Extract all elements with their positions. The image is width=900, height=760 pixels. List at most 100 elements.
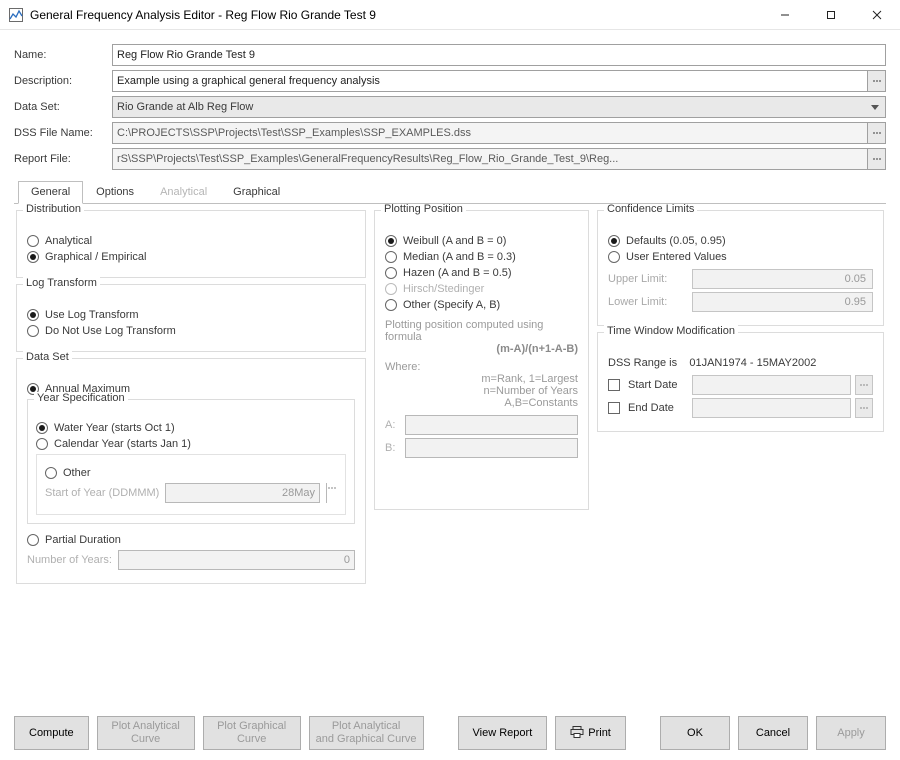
hazen-radio[interactable]: Hazen (A and B = 0.5) [385,267,578,279]
plot-def2: n=Number of Years [385,385,578,397]
confidence-group: Confidence Limits Defaults (0.05, 0.95) … [597,210,884,326]
donot-log-radio[interactable]: Do Not Use Log Transform [27,325,355,337]
right-column: Confidence Limits Defaults (0.05, 0.95) … [597,210,884,706]
weibull-radio[interactable]: Weibull (A and B = 0) [385,235,578,247]
lower-limit-label: Lower Limit: [608,296,686,308]
end-date-field [692,398,851,418]
lower-limit-field [692,292,873,312]
reportfile-label: Report File: [14,153,106,165]
compute-button[interactable]: Compute [14,716,89,750]
view-report-button[interactable]: View Report [458,716,548,750]
reportfile-browse-button[interactable] [868,148,886,170]
cancel-button[interactable]: Cancel [738,716,808,750]
plot-note: Plotting position computed using formula [385,319,578,343]
dataset-group: Data Set Annual Maximum Year Specificati… [16,358,366,584]
distribution-group: Distribution Analytical Graphical / Empi… [16,210,366,278]
print-icon [570,726,588,741]
end-date-label: End Date [628,402,688,414]
start-date-browse [855,375,873,395]
tab-general[interactable]: General [18,181,83,204]
start-date-label: Start Date [628,379,688,391]
close-button[interactable] [854,0,900,29]
middle-column: Plotting Position Weibull (A and B = 0) … [374,210,589,706]
start-date-field [692,375,851,395]
partial-duration-radio[interactable]: Partial Duration [27,534,355,546]
dssfile-field[interactable] [112,122,868,144]
calendar-year-radio[interactable]: Calendar Year (starts Jan 1) [36,438,346,450]
dssfile-browse-button[interactable] [868,122,886,144]
use-log-radio[interactable]: Use Log Transform [27,309,355,321]
name-field[interactable] [112,44,886,66]
plot-graphical-button: Plot Graphical Curve [203,716,301,750]
general-panel: Distribution Analytical Graphical / Empi… [14,204,886,710]
description-field[interactable] [112,70,868,92]
year-spec-group: Year Specification Water Year (starts Oc… [27,399,355,524]
description-browse-button[interactable] [868,70,886,92]
window-controls [762,0,900,29]
b-field [405,438,578,458]
plot-analytical-button: Plot Analytical Curve [97,716,195,750]
start-of-year-browse [326,483,337,503]
median-radio[interactable]: Median (A and B = 0.3) [385,251,578,263]
logtransform-group: Log Transform Use Log Transform Do Not U… [16,284,366,352]
tab-graphical[interactable]: Graphical [220,181,293,204]
hirsch-radio: Hirsch/Stedinger [385,283,578,295]
num-years-label: Number of Years: [27,554,112,566]
app-icon [8,7,24,23]
a-field [405,415,578,435]
a-label: A: [385,419,399,431]
time-window-group: Time Window Modification DSS Range is 01… [597,332,884,432]
water-year-radio[interactable]: Water Year (starts Oct 1) [36,422,346,434]
apply-button: Apply [816,716,886,750]
other-plot-radio[interactable]: Other (Specify A, B) [385,299,578,311]
confidence-legend: Confidence Limits [604,204,697,215]
year-spec-legend: Year Specification [34,392,128,404]
tab-options[interactable]: Options [83,181,147,204]
conf-user-radio[interactable]: User Entered Values [608,251,873,263]
dssfile-label: DSS File Name: [14,127,106,139]
window-title: General Frequency Analysis Editor - Reg … [30,8,376,22]
start-of-year-label: Start of Year (DDMMM) [45,487,159,499]
plot-formula: (m-A)/(n+1-A-B) [385,343,578,355]
window-body: Name: Description: Data Set: Rio Grande … [0,30,900,760]
bottom-button-bar: Compute Plot Analytical Curve Plot Graph… [14,710,886,750]
b-label: B: [385,442,399,454]
num-years-field [118,550,355,570]
dataset-select[interactable]: Rio Grande at Alb Reg Flow [112,96,886,118]
time-window-legend: Time Window Modification [604,325,738,337]
logtransform-legend: Log Transform [23,277,100,289]
description-label: Description: [14,75,106,87]
dss-range-label: DSS Range is [608,357,677,369]
plot-def3: A,B=Constants [385,397,578,409]
minimize-button[interactable] [762,0,808,29]
other-year-radio[interactable]: Other [45,467,337,479]
dataset-label: Data Set: [14,101,106,113]
distribution-graphical-radio[interactable]: Graphical / Empirical [27,251,355,263]
tab-analytical: Analytical [147,181,220,204]
dataset-select-value: Rio Grande at Alb Reg Flow [117,101,253,113]
upper-limit-label: Upper Limit: [608,273,686,285]
titlebar: General Frequency Analysis Editor - Reg … [0,0,900,30]
plotting-legend: Plotting Position [381,204,466,215]
upper-limit-field [692,269,873,289]
dss-range-value: 01JAN1974 - 15MAY2002 [689,357,816,369]
print-button[interactable]: Print [555,716,626,750]
reportfile-field[interactable] [112,148,868,170]
distribution-analytical-radio[interactable]: Analytical [27,235,355,247]
maximize-button[interactable] [808,0,854,29]
conf-defaults-radio[interactable]: Defaults (0.05, 0.95) [608,235,873,247]
end-date-checkbox[interactable] [608,402,620,414]
plotting-position-group: Plotting Position Weibull (A and B = 0) … [374,210,589,510]
header-form: Name: Description: Data Set: Rio Grande … [14,44,886,170]
start-of-year-field [165,483,320,503]
plot-where: Where: [385,361,578,373]
end-date-browse [855,398,873,418]
start-date-checkbox[interactable] [608,379,620,391]
name-label: Name: [14,49,106,61]
distribution-legend: Distribution [23,204,84,215]
ok-button[interactable]: OK [660,716,730,750]
left-column: Distribution Analytical Graphical / Empi… [16,210,366,706]
dataset-legend: Data Set [23,351,72,363]
plot-def1: m=Rank, 1=Largest [385,373,578,385]
plot-both-button: Plot Analytical and Graphical Curve [309,716,424,750]
